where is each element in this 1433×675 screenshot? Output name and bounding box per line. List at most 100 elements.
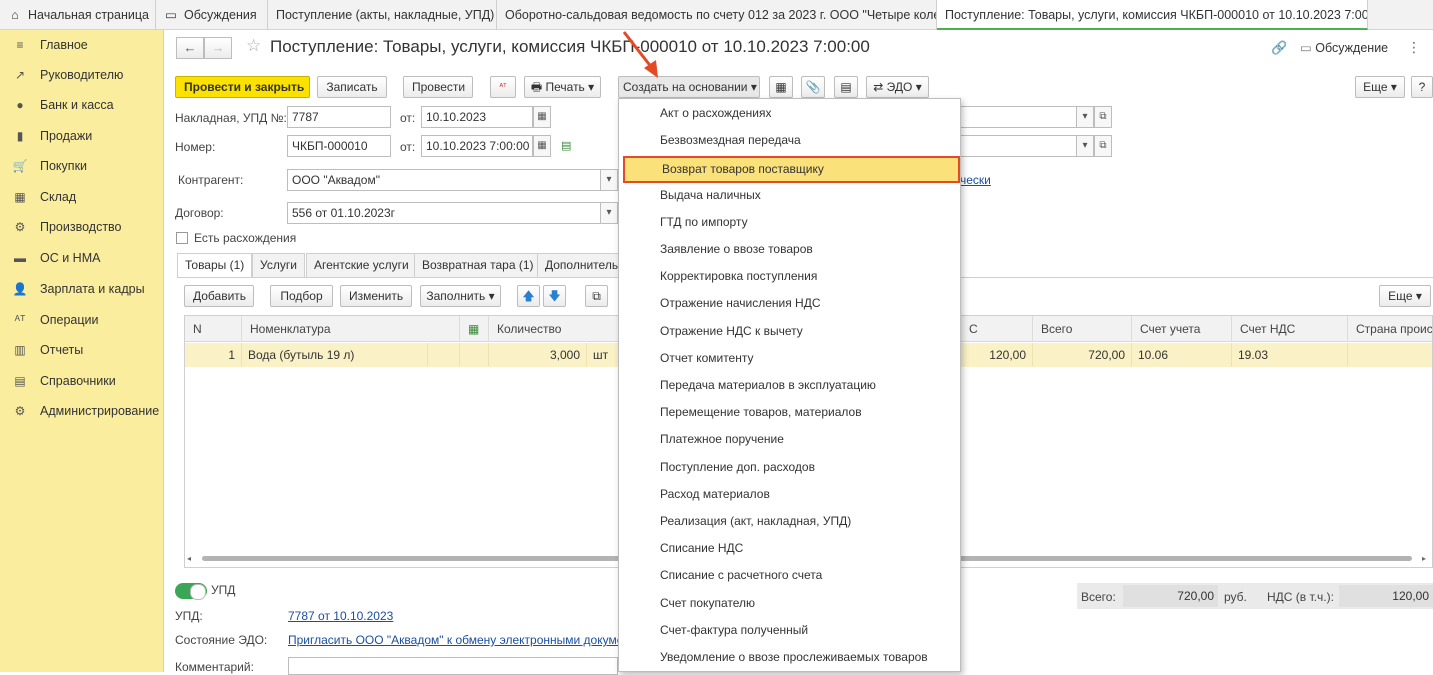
menu-item[interactable]: Расход материалов xyxy=(619,481,960,508)
upd-link[interactable]: 7787 от 10.10.2023 xyxy=(288,609,393,623)
menu-item[interactable]: Отчет комитенту xyxy=(619,345,960,372)
menu-item[interactable]: Реализация (акт, накладная, УПД) xyxy=(619,508,960,535)
sidebar-item-main[interactable]: ≡ Главное xyxy=(0,30,164,60)
chevron-down-icon[interactable]: ▾ xyxy=(1076,106,1094,128)
tab-agent-services[interactable]: Агентские услуги xyxy=(306,253,417,277)
change-button[interactable]: Изменить xyxy=(340,285,412,307)
calculator-icon[interactable]: ▤ xyxy=(834,76,858,98)
menu-item[interactable]: Корректировка поступления xyxy=(619,263,960,290)
copy-icon[interactable]: ⧉ xyxy=(585,285,608,307)
tab-receipts-list[interactable]: Поступление (акты, накладные, УПД)× xyxy=(268,0,497,30)
chevron-down-icon[interactable]: ▾ xyxy=(1076,135,1094,157)
sidebar-item-admin[interactable]: ⚙ Администрирование xyxy=(0,396,164,426)
tab-returnable-containers[interactable]: Возвратная тара (1) xyxy=(414,253,542,277)
menu-item[interactable]: Счет покупателю xyxy=(619,590,960,617)
help-button[interactable]: ? xyxy=(1411,76,1433,98)
scroll-right-icon[interactable]: ▸ xyxy=(1422,554,1426,563)
table-more-button[interactable]: Еще ▾ xyxy=(1379,285,1431,307)
col-vat[interactable]: С xyxy=(961,316,1033,342)
menu-item[interactable]: Акт о расхождениях xyxy=(619,100,960,127)
link-icon[interactable]: 🔗 xyxy=(1271,40,1287,56)
menu-item[interactable]: Уведомление о ввозе прослеживаемых товар… xyxy=(619,644,960,671)
print-button[interactable]: 🖶 Печать ▾ xyxy=(524,76,601,98)
menu-item[interactable]: Возврат товаров поставщику xyxy=(623,156,960,184)
sidebar-item-operations[interactable]: ᴬᵀ Операции xyxy=(0,305,164,335)
sidebar-item-manager[interactable]: ↗ Руководителю xyxy=(0,60,164,90)
move-up-icon[interactable]: 🡅 xyxy=(517,285,540,307)
dt-kt-icon[interactable]: ᴬᵀ xyxy=(490,76,516,98)
menu-item[interactable]: Списание НДС xyxy=(619,535,960,562)
sidebar-item-bank[interactable]: ● Банк и касса xyxy=(0,90,164,120)
doc-number-field[interactable]: ЧКБП-000010 xyxy=(287,135,391,157)
col-item[interactable]: Номенклатура xyxy=(242,316,460,342)
chevron-down-icon[interactable]: ▾ xyxy=(600,169,618,191)
save-button[interactable]: Записать xyxy=(317,76,387,98)
menu-item[interactable]: Передача материалов в эксплуатацию xyxy=(619,372,960,399)
col-qty[interactable]: Количество xyxy=(489,316,619,342)
menu-item[interactable]: Отражение начисления НДС xyxy=(619,290,960,317)
post-button[interactable]: Провести xyxy=(403,76,473,98)
select-button[interactable]: Подбор xyxy=(270,285,333,307)
edo-button[interactable]: ⇄ ЭДО ▾ xyxy=(866,76,929,98)
menu-item[interactable]: Безвозмездная передача xyxy=(619,127,960,154)
more-button[interactable]: Еще ▾ xyxy=(1355,76,1405,98)
add-button[interactable]: Добавить xyxy=(184,285,254,307)
menu-item[interactable]: Выдача наличных xyxy=(619,182,960,209)
col-account[interactable]: Счет учета xyxy=(1132,316,1232,342)
sidebar-item-warehouse[interactable]: ▦ Склад xyxy=(0,182,164,212)
sidebar-item-purchases[interactable]: 🛒 Покупки xyxy=(0,151,164,181)
contract-field[interactable]: 556 от 01.10.2023г xyxy=(287,202,617,224)
menu-item[interactable]: Поступление доп. расходов xyxy=(619,454,960,481)
warehouse-field[interactable] xyxy=(954,135,1078,157)
menu-item[interactable]: Списание с расчетного счета xyxy=(619,562,960,589)
calendar-icon[interactable]: ▦ xyxy=(533,135,551,157)
col-total[interactable]: Всего xyxy=(1033,316,1132,342)
tab-goods[interactable]: Товары (1) xyxy=(177,253,253,278)
forward-button[interactable]: → xyxy=(204,37,232,59)
invoice-number-field[interactable]: 7787 xyxy=(287,106,391,128)
menu-item[interactable]: Отражение НДС к вычету xyxy=(619,318,960,345)
tab-balance-sheet[interactable]: Оборотно-сальдовая ведомость по счету 01… xyxy=(497,0,937,30)
menu-item[interactable]: Перемещение товаров, материалов xyxy=(619,399,960,426)
menu-item[interactable]: ГТД по импорту xyxy=(619,209,960,236)
post-and-close-button[interactable]: Провести и закрыть xyxy=(175,76,310,98)
tab-discussions[interactable]: ▭ Обсуждения xyxy=(156,0,268,30)
open-icon[interactable]: ⧉ xyxy=(1094,135,1112,157)
calendar-icon[interactable]: ▦ xyxy=(533,106,551,128)
sidebar-item-payroll[interactable]: 👤 Зарплата и кадры xyxy=(0,274,164,304)
back-button[interactable]: ← xyxy=(176,37,204,59)
doc-date-field[interactable]: 10.10.2023 7:00:00 xyxy=(421,135,533,157)
organization-field[interactable] xyxy=(954,106,1078,128)
move-down-icon[interactable]: 🡇 xyxy=(543,285,566,307)
attachment-icon[interactable]: 📎 xyxy=(801,76,825,98)
sidebar-item-reports[interactable]: ▥ Отчеты xyxy=(0,335,164,365)
menu-item[interactable]: Заявление о ввозе товаров xyxy=(619,236,960,263)
star-icon[interactable]: ☆ xyxy=(246,36,261,56)
upd-toggle[interactable] xyxy=(175,583,207,600)
sidebar-item-assets[interactable]: ▬ ОС и НМА xyxy=(0,243,164,273)
tab-services[interactable]: Услуги xyxy=(252,253,305,277)
discussion-button[interactable]: ▭ Обсуждение xyxy=(1300,40,1388,55)
sidebar-item-production[interactable]: ⚙ Производство xyxy=(0,212,164,242)
sidebar-item-directories[interactable]: ▤ Справочники xyxy=(0,366,164,396)
sidebar-item-sales[interactable]: ▮ Продажи xyxy=(0,121,164,151)
chevron-down-icon[interactable]: ▾ xyxy=(600,202,618,224)
fill-button[interactable]: Заполнить ▾ xyxy=(420,285,501,307)
contractor-field[interactable]: ООО "Аквадом" xyxy=(287,169,617,191)
menu-item[interactable]: Счет-фактура полученный xyxy=(619,617,960,644)
tab-additional[interactable]: Дополнительн xyxy=(537,253,622,277)
history-icon[interactable]: ▤ xyxy=(561,139,571,152)
comment-field[interactable] xyxy=(288,657,618,675)
col-country[interactable]: Страна проис xyxy=(1348,316,1432,342)
discrepancy-checkbox[interactable] xyxy=(176,232,188,244)
col-vat-account[interactable]: Счет НДС xyxy=(1232,316,1348,342)
col-n[interactable]: N xyxy=(185,316,242,342)
more-menu-icon[interactable]: ⋮ xyxy=(1407,39,1421,56)
structure-icon[interactable]: ▦ xyxy=(769,76,793,98)
invoice-date-field[interactable]: 10.10.2023 xyxy=(421,106,533,128)
tab-home[interactable]: ⌂ Начальная страница xyxy=(0,0,156,30)
scroll-left-icon[interactable]: ◂ xyxy=(187,554,191,563)
menu-item[interactable]: Платежное поручение xyxy=(619,426,960,453)
open-icon[interactable]: ⧉ xyxy=(1094,106,1112,128)
characteristic-icon[interactable]: ▦ xyxy=(460,316,489,342)
